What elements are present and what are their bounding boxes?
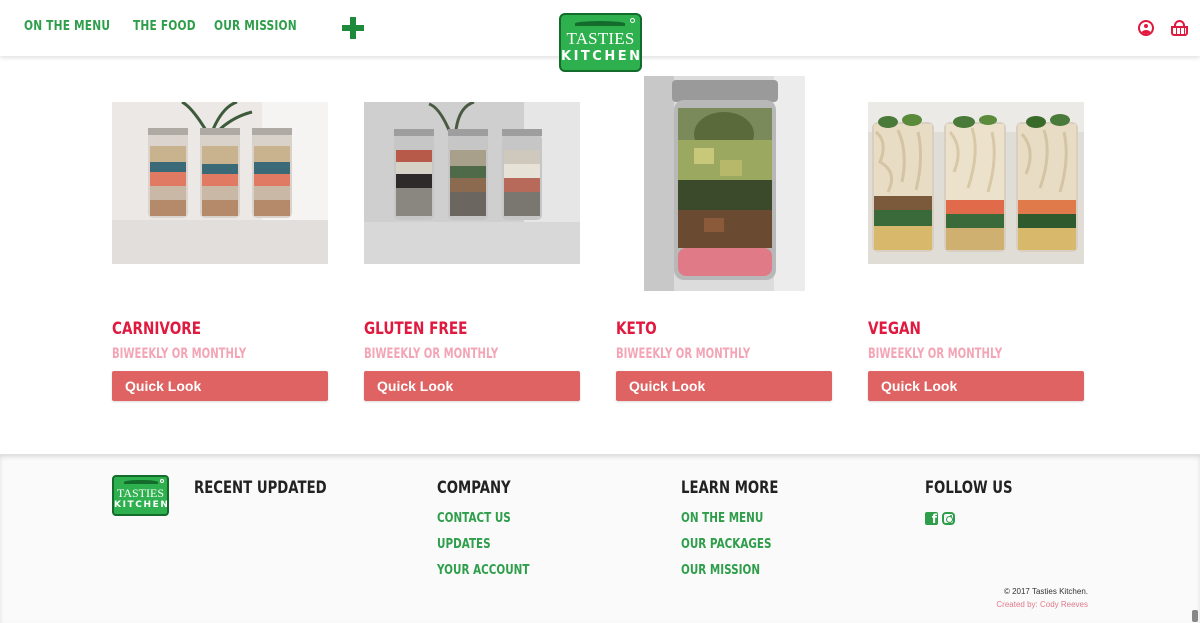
logo-tag-icon — [630, 18, 635, 23]
footer-link-updates[interactable]: UPDATES — [437, 537, 491, 552]
site-logo[interactable]: TASTIES KITCHEN — [559, 13, 642, 72]
site-footer: TASTIES KITCHEN RECENT UPDATED COMPANY C… — [0, 454, 1200, 623]
quick-look-button[interactable]: Quick Look — [112, 371, 328, 401]
scrollbar-handle[interactable] — [1192, 610, 1198, 622]
product-subtitle: BIWEEKLY OR MONTHLY — [364, 346, 499, 362]
product-image-vegan[interactable] — [868, 102, 1084, 264]
quick-look-button[interactable]: Quick Look — [364, 371, 580, 401]
quick-look-button[interactable]: Quick Look — [616, 371, 832, 401]
footer-logo-line2: KITCHEN — [114, 500, 169, 510]
nav-the-food[interactable]: THE FOOD — [133, 19, 196, 34]
logo-tag-icon — [160, 479, 164, 483]
company-heading: COMPANY — [437, 478, 511, 498]
product-name[interactable]: GLUTEN FREE — [364, 319, 467, 339]
product-subtitle: BIWEEKLY OR MONTHLY — [616, 346, 751, 362]
instagram-icon[interactable] — [942, 512, 955, 525]
product-image-carnivore[interactable] — [112, 102, 328, 264]
copyright-text: © 2017 Tasties Kitchen. — [1003, 587, 1088, 596]
footer-link-our-mission[interactable]: OUR MISSION — [681, 563, 760, 578]
product-image-gluten-free[interactable] — [364, 102, 580, 264]
footer-link-your-account[interactable]: YOUR ACCOUNT — [437, 563, 529, 578]
user-icon[interactable] — [1138, 20, 1154, 36]
quick-look-button[interactable]: Quick Look — [868, 371, 1084, 401]
facebook-icon[interactable] — [925, 512, 938, 525]
product-subtitle: BIWEEKLY OR MONTHLY — [868, 346, 1003, 362]
follow-us-heading: FOLLOW US — [925, 478, 1013, 498]
footer-link-contact-us[interactable]: CONTACT US — [437, 511, 511, 526]
logo-text-line1: TASTIES — [566, 29, 635, 48]
recent-updated-heading: RECENT UPDATED — [194, 478, 327, 498]
product-name[interactable]: CARNIVORE — [112, 319, 201, 339]
logo-leaf-icon — [124, 480, 158, 484]
footer-logo[interactable]: TASTIES KITCHEN — [112, 475, 169, 516]
footer-logo-line1: TASTIES — [116, 486, 165, 500]
credit-link[interactable]: Created by: Cody Reeves — [996, 600, 1088, 609]
learn-more-heading: LEARN MORE — [681, 478, 779, 498]
logo-text-line2: KITCHEN — [561, 49, 642, 64]
footer-link-our-packages[interactable]: OUR PACKAGES — [681, 537, 772, 552]
main-nav: ON THE MENU THE FOOD OUR MISSION — [24, 19, 315, 34]
nav-our-mission[interactable]: OUR MISSION — [214, 19, 297, 34]
product-name[interactable]: VEGAN — [868, 319, 921, 339]
plus-icon[interactable] — [342, 17, 364, 39]
product-name[interactable]: KETO — [616, 319, 657, 339]
basket-icon[interactable] — [1171, 20, 1188, 36]
logo-leaf-icon — [575, 21, 625, 26]
nav-on-the-menu[interactable]: ON THE MENU — [24, 19, 110, 34]
product-subtitle: BIWEEKLY OR MONTHLY — [112, 346, 247, 362]
product-image-keto[interactable] — [644, 76, 805, 291]
footer-link-on-the-menu[interactable]: ON THE MENU — [681, 511, 763, 526]
